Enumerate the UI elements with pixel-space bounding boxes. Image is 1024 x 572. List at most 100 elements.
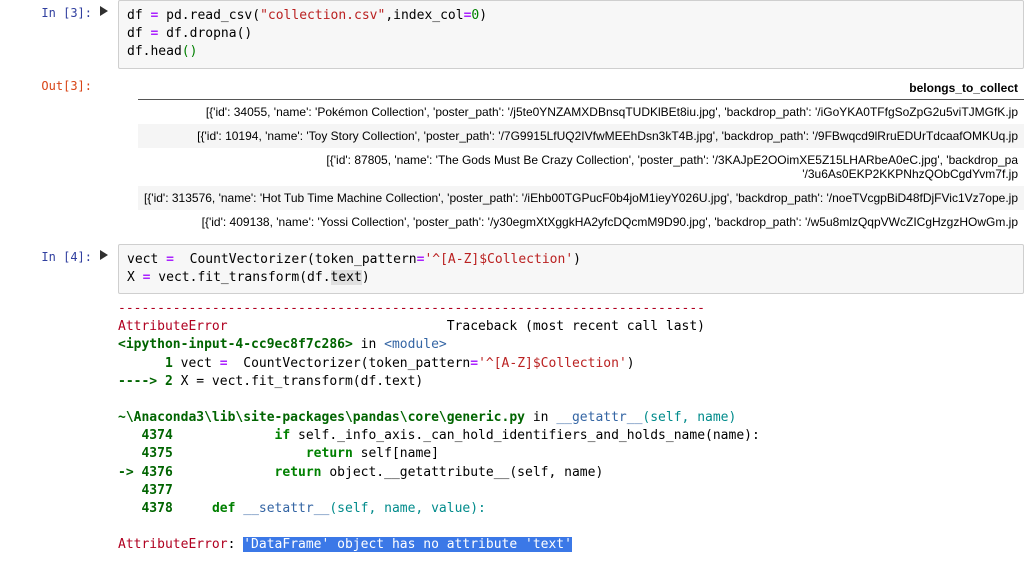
tb-code: = [470, 356, 478, 371]
code-token: () [182, 44, 198, 59]
tb-args: (self, name) [642, 410, 736, 425]
prompt-out-3: Out[3]: [0, 73, 100, 234]
code-cell-3: In [3]: df = pd.read_csv("collection.csv… [0, 0, 1024, 69]
code-token: df [307, 270, 323, 285]
code-token: ) [479, 8, 487, 23]
tb-module: <module> [384, 337, 447, 352]
code-token: . [323, 270, 331, 285]
code-input-area-3[interactable]: df = pd.read_csv("collection.csv",index_… [118, 0, 1024, 69]
tb-lineno: 4378 [118, 501, 173, 516]
tb-keyword: return [275, 465, 322, 480]
tb-error-name: AttributeError [118, 319, 228, 334]
table-row: [{'id': 313576, 'name': 'Hot Tub Time Ma… [138, 186, 1024, 210]
code-token: head [150, 44, 181, 59]
df-col-header: belongs_to_collect [138, 77, 1024, 100]
table-row: [{'id': 34055, 'name': 'Pokémon Collecti… [138, 99, 1024, 124]
df-cell: [{'id': 34055, 'name': 'Pokémon Collecti… [138, 99, 1024, 124]
code-token: pd [158, 8, 181, 23]
code-cell-4: In [4]: vect = CountVectorizer(token_pat… [0, 244, 1024, 555]
tb-keyword: def [212, 501, 235, 516]
tb-code [173, 446, 306, 461]
tb-code: self._info_axis._can_hold_identifiers_an… [290, 428, 760, 443]
output-area-3: belongs_to_collect [{'id': 34055, 'name'… [118, 73, 1024, 234]
prompt-in-4: In [4]: [0, 244, 100, 555]
code-token: ) [362, 270, 370, 285]
tb-code: CountVectorizer [243, 356, 360, 371]
code-token: ( [299, 270, 307, 285]
play-icon [100, 250, 108, 260]
tb-colon: : [228, 537, 244, 552]
code-token: dropna [190, 26, 237, 41]
code-token [174, 252, 190, 267]
tb-code: self[name] [353, 446, 439, 461]
df-cell: [{'id': 87805, 'name': 'The Gods Must Be… [138, 148, 1024, 186]
table-row: [{'id': 10194, 'name': 'Toy Story Collec… [138, 124, 1024, 148]
run-cell-3[interactable] [100, 0, 118, 69]
traceback-output: ----------------------------------------… [118, 300, 1024, 555]
tb-separator: ----------------------------------------… [118, 301, 705, 316]
tb-lineno: 2 [165, 374, 173, 389]
code-token: vect [127, 252, 166, 267]
tb-location: <ipython-input-4-cc9ec8f7c286> [118, 337, 353, 352]
code-token: df [158, 26, 181, 41]
tb-error-name: AttributeError [118, 537, 228, 552]
tb-error-message: 'DataFrame' object has no attribute 'tex… [243, 537, 572, 552]
tb-header-tail: Traceback (most recent call last) [228, 319, 705, 334]
code-input-area-4[interactable]: vect = CountVectorizer(token_pattern='^[… [118, 244, 1024, 555]
dataframe-table: belongs_to_collect [{'id': 34055, 'name'… [138, 77, 1024, 234]
tb-in: in [525, 410, 556, 425]
code-token: ,index_col [385, 8, 463, 23]
table-row: [{'id': 87805, 'name': 'The Gods Must Be… [138, 148, 1024, 186]
code-token: token_pattern [315, 252, 417, 267]
tb-code: (self, name, value): [329, 501, 486, 516]
code-token: ( [252, 8, 260, 23]
tb-code [173, 465, 275, 480]
tb-funcname: __getattr__ [556, 410, 642, 425]
tb-keyword: if [275, 428, 291, 443]
tb-lineno: 4376 [141, 465, 172, 480]
tb-code: = [220, 356, 228, 371]
tb-code [173, 428, 275, 443]
code-token: df [127, 8, 150, 23]
code-token: CountVectorizer [190, 252, 307, 267]
out-spacer [100, 73, 118, 234]
table-row: [{'id': 409138, 'name': 'Yossi Collectio… [138, 210, 1024, 234]
tb-arrow: ----> [118, 374, 165, 389]
tb-lineno: 4374 [118, 428, 173, 443]
code-token: df [127, 44, 143, 59]
tb-code: object.__getattribute__(self, name) [322, 465, 604, 480]
play-icon [100, 6, 108, 16]
prompt-in-3: In [3]: [0, 0, 100, 69]
tb-lineno: 4375 [118, 446, 173, 461]
code-token: X [127, 270, 143, 285]
tb-code: __setattr__ [235, 501, 329, 516]
code-token: () [237, 26, 253, 41]
tb-in: in [353, 337, 384, 352]
tb-keyword: return [306, 446, 353, 461]
code-token: . [182, 8, 190, 23]
df-cell: [{'id': 409138, 'name': 'Yossi Collectio… [138, 210, 1024, 234]
code-token: ( [307, 252, 315, 267]
run-cell-4[interactable] [100, 244, 118, 555]
code-token: . [182, 26, 190, 41]
code-token: df [127, 26, 150, 41]
tb-code: ) [627, 356, 635, 371]
code-token: "collection.csv" [260, 8, 385, 23]
dataframe-scroll[interactable]: belongs_to_collect [{'id': 34055, 'name'… [118, 77, 1024, 234]
tb-code: '^[A-Z]$Collection' [478, 356, 627, 371]
code-token: ) [573, 252, 581, 267]
df-cell: [{'id': 10194, 'name': 'Toy Story Collec… [138, 124, 1024, 148]
tb-code [228, 356, 244, 371]
df-cell: [{'id': 313576, 'name': 'Hot Tub Time Ma… [138, 186, 1024, 210]
code-token: vect [150, 270, 189, 285]
code-token: = [166, 252, 174, 267]
tb-code: vect [173, 356, 220, 371]
tb-code [173, 501, 212, 516]
tb-code: token_pattern [368, 356, 470, 371]
code-token: '^[A-Z]$Collection' [424, 252, 573, 267]
code-token: read_csv [190, 8, 253, 23]
tb-lineno: 1 [118, 356, 173, 371]
code-token: fit_transform [197, 270, 299, 285]
output-cell-3: Out[3]: belongs_to_collect [{'id': 34055… [0, 73, 1024, 234]
tb-code: X = vect.fit_transform(df.text) [173, 374, 423, 389]
